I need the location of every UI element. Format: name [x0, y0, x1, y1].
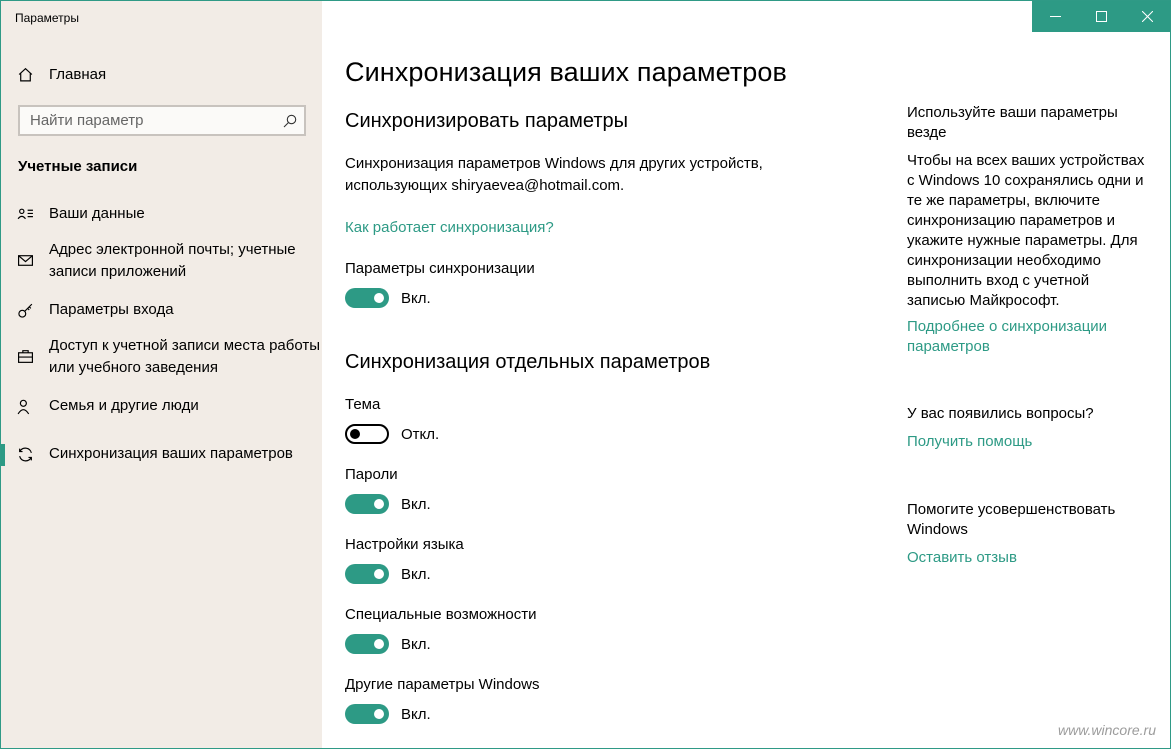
sidebar-item-label: Адрес электронной почты; учетные записи … [49, 241, 296, 280]
home-icon [15, 64, 35, 84]
maximize-button[interactable] [1078, 1, 1124, 32]
sidebar-item-your-info[interactable]: Ваши данные [15, 203, 321, 225]
briefcase-icon [15, 346, 35, 366]
settings-window: Параметры Главная Учетные записи Ваши да… [0, 0, 1171, 749]
other-windows-label: Другие параметры Windows [345, 676, 540, 693]
search-icon[interactable] [282, 113, 298, 129]
sidebar-item-label: Ваши данные [49, 205, 145, 222]
toggle-state: Вкл. [401, 635, 431, 653]
toggle-state: Вкл. [401, 705, 431, 723]
individual-heading: Синхронизация отдельных параметров [345, 351, 711, 373]
passwords-toggle[interactable]: Вкл. [345, 494, 431, 514]
section-title: Учетные записи [18, 158, 138, 175]
watermark: www.wincore.ru [1057, 722, 1156, 738]
sync-icon [15, 444, 35, 464]
sidebar-item-family[interactable]: Семья и другие люди [15, 395, 321, 417]
main-content: Синхронизация ваших параметров Синхрониз… [322, 1, 1170, 748]
how-sync-works-link[interactable]: Как работает синхронизация? [345, 217, 554, 239]
sidebar-item-label: Синхронизация ваших параметров [49, 445, 293, 462]
search-input[interactable] [30, 112, 282, 129]
sidebar: Параметры Главная Учетные записи Ваши да… [1, 1, 322, 748]
sync-settings-toggle[interactable]: Вкл. [345, 288, 431, 308]
questions-heading: У вас появились вопросы? [907, 405, 1094, 422]
toggle-switch[interactable] [345, 704, 389, 724]
sync-heading: Синхронизировать параметры [345, 110, 628, 132]
toggle-state: Вкл. [401, 495, 431, 513]
sidebar-item-email-accounts[interactable]: Адрес электронной почты; учетные записи … [15, 239, 321, 283]
page-title: Синхронизация ваших параметров [345, 57, 787, 87]
language-label: Настройки языка [345, 536, 464, 553]
sidebar-item-sync[interactable]: Синхронизация ваших параметров [1, 443, 321, 466]
sync-description: Синхронизация параметров Windows для дру… [345, 155, 763, 194]
toggle-switch[interactable] [345, 634, 389, 654]
sidebar-item-label: Параметры входа [49, 301, 174, 318]
theme-toggle[interactable]: Откл. [345, 424, 439, 444]
search-box[interactable] [18, 105, 306, 136]
sync-settings-label: Параметры синхронизации [345, 260, 535, 277]
right-body: Чтобы на всех ваших устройствах с Window… [907, 152, 1145, 309]
titlebar-buttons [1032, 1, 1170, 32]
toggle-switch[interactable] [345, 494, 389, 514]
improve-heading: Помогите усовершенствовать Windows [907, 501, 1116, 538]
minimize-icon [1049, 16, 1061, 17]
minimize-button[interactable] [1032, 1, 1078, 32]
more-sync-link[interactable]: Подробнее о синхронизации параметров [907, 317, 1147, 357]
passwords-label: Пароли [345, 466, 398, 483]
sidebar-item-work-access[interactable]: Доступ к учетной записи места работы или… [15, 335, 321, 379]
close-icon [1141, 11, 1153, 22]
sidebar-item-label: Доступ к учетной записи места работы или… [49, 337, 321, 376]
language-toggle[interactable]: Вкл. [345, 564, 431, 584]
feedback-link[interactable]: Оставить отзыв [907, 548, 1147, 568]
right-heading: Используйте ваши параметры везде [907, 104, 1118, 141]
theme-label: Тема [345, 396, 381, 413]
toggle-switch[interactable] [345, 564, 389, 584]
other-windows-toggle[interactable]: Вкл. [345, 704, 431, 724]
key-icon [15, 300, 35, 320]
toggle-switch[interactable] [345, 424, 389, 444]
people-icon [15, 396, 35, 416]
sidebar-item-label: Семья и другие люди [49, 397, 199, 414]
accessibility-toggle[interactable]: Вкл. [345, 634, 431, 654]
nav-home-label: Главная [49, 65, 107, 83]
get-help-link[interactable]: Получить помощь [907, 432, 1147, 452]
window-title: Параметры [15, 11, 79, 25]
close-button[interactable] [1124, 1, 1170, 32]
toggle-state: Вкл. [401, 565, 431, 583]
toggle-state: Вкл. [401, 289, 431, 307]
accessibility-label: Специальные возможности [345, 606, 537, 623]
toggle-state: Откл. [401, 425, 440, 443]
maximize-icon [1095, 11, 1107, 22]
sidebar-item-sign-in[interactable]: Параметры входа [15, 299, 321, 321]
mail-icon [15, 250, 35, 270]
person-card-icon [15, 204, 35, 224]
toggle-switch[interactable] [345, 288, 389, 308]
nav-home[interactable]: Главная [15, 63, 305, 85]
